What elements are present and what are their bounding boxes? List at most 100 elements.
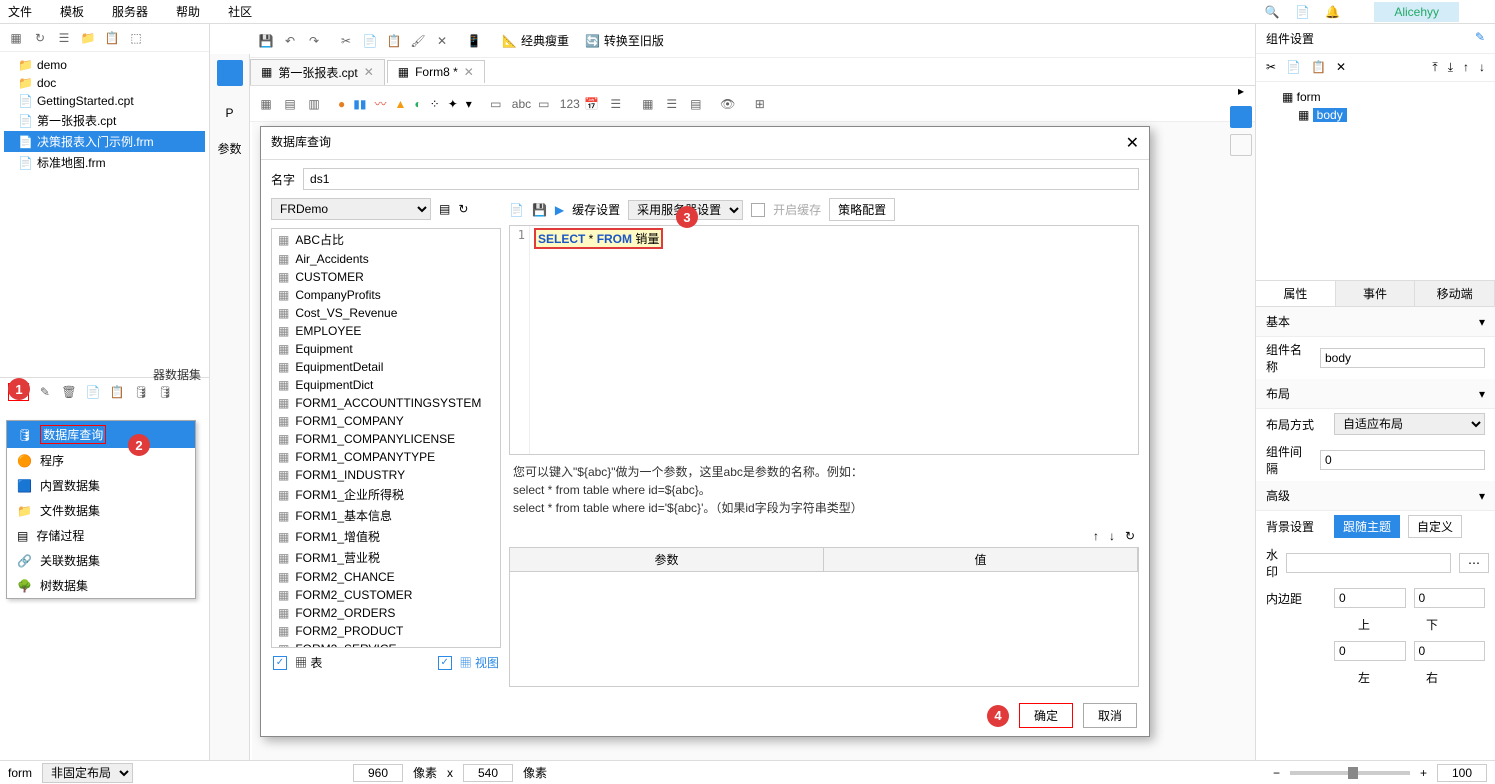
more-chart-icon[interactable]: ▾ — [466, 97, 472, 111]
menu-file[interactable]: 文件 — [8, 3, 32, 20]
ds-menu-item[interactable]: 🛢数据库查询 — [7, 421, 195, 448]
scatter-icon[interactable]: ⁘ — [430, 97, 440, 111]
cancel-button[interactable]: 取消 — [1083, 703, 1137, 728]
db-edit-icon[interactable]: ▤ — [439, 202, 450, 216]
inp-gap[interactable] — [1320, 450, 1485, 470]
rp-up-icon[interactable]: ↑ — [1463, 60, 1469, 75]
area-icon[interactable]: ▲ — [394, 97, 406, 111]
save-button[interactable]: 💾 — [258, 33, 274, 49]
table-item[interactable]: ▦ Cost_VS_Revenue — [272, 304, 500, 322]
ds-menu-item[interactable]: 📁文件数据集 — [7, 498, 195, 523]
zoom-out-icon[interactable]: − — [1273, 766, 1280, 780]
doc-tab[interactable]: ▦第一张报表.cpt✕ — [250, 59, 385, 85]
pad-r[interactable] — [1414, 641, 1486, 661]
brush-icon[interactable]: 🖌 — [410, 33, 426, 49]
tab-close-icon[interactable]: ✕ — [364, 65, 374, 79]
date-icon[interactable]: 📅 — [584, 96, 600, 112]
textbox-icon[interactable]: ▭ — [488, 96, 504, 112]
layout-icon[interactable]: ⊞ — [752, 96, 768, 112]
sql-open-icon[interactable]: 📄 — [509, 203, 524, 217]
tree-item[interactable]: 📄 标准地图.frm — [4, 152, 205, 173]
table-item[interactable]: ▦ FORM1_COMPANYTYPE — [272, 448, 500, 466]
tab-prop[interactable]: 属性 — [1256, 281, 1336, 306]
tree-item[interactable]: 📄 GettingStarted.cpt — [4, 92, 205, 110]
save-icon[interactable]: 📄 — [1295, 5, 1310, 19]
rp-dn-icon[interactable]: ↓ — [1479, 60, 1485, 75]
copy-icon[interactable]: 📋 — [104, 30, 120, 46]
chk-enable-cache[interactable]: ✓ — [751, 203, 765, 217]
inp-name[interactable] — [1320, 348, 1485, 368]
pad-t[interactable] — [1334, 588, 1406, 608]
sql-text[interactable]: SELECT * FROM 销量 — [534, 228, 663, 249]
rp-copy-icon[interactable]: 📄 — [1286, 60, 1301, 75]
table-item[interactable]: ▦ EquipmentDict — [272, 376, 500, 394]
table-item[interactable]: ▦ FORM1_INDUSTRY — [272, 466, 500, 484]
tree-item[interactable]: 📁 demo — [4, 56, 205, 74]
table-item[interactable]: ▦ FORM1_COMPANYLICENSE — [272, 430, 500, 448]
table-item[interactable]: ▦ Air_Accidents — [272, 250, 500, 268]
rg-aux-icon[interactable] — [1230, 134, 1252, 156]
table-item[interactable]: ▦ FORM2_CUSTOMER — [272, 586, 500, 604]
table-item[interactable]: ▦ EMPLOYEE — [272, 322, 500, 340]
gauge-icon[interactable]: ◐ — [414, 97, 421, 111]
name-input[interactable] — [303, 168, 1139, 190]
grid2-icon[interactable]: ▥ — [306, 96, 322, 112]
classic-button[interactable]: 📐经典瘦重 — [498, 30, 573, 51]
table-item[interactable]: ▦ FORM1_ACCOUNTTINGSYSTEM — [272, 394, 500, 412]
paste-icon[interactable]: 📋 — [386, 33, 402, 49]
list-icon[interactable]: ☰ — [664, 96, 680, 112]
rp-del-icon[interactable]: ✕ — [1336, 60, 1346, 75]
table-item[interactable]: ▦ FORM1_增值税 — [272, 526, 500, 547]
rg-component-icon[interactable] — [1230, 106, 1252, 128]
server-ds-icon[interactable]: 🛢 — [157, 384, 173, 400]
ds-menu-item[interactable]: 🟠程序 — [7, 448, 195, 473]
rp-paste-icon[interactable]: 📋 — [1311, 60, 1326, 75]
table-item[interactable]: ▦ Equipment — [272, 340, 500, 358]
paste-ds-icon[interactable]: 📋 — [109, 384, 125, 400]
view-icon[interactable]: ☰ — [56, 30, 72, 46]
status-h[interactable] — [463, 764, 513, 782]
sql-editor[interactable]: 1 SELECT * FROM 销量 — [509, 225, 1139, 455]
table-item[interactable]: ▦ FORM1_COMPANY — [272, 412, 500, 430]
rp-cut-icon[interactable]: ✂ — [1266, 60, 1276, 75]
ds-menu-item[interactable]: 🔗关联数据集 — [7, 548, 195, 573]
db-refresh-icon[interactable]: ↻ — [458, 202, 468, 216]
preview-icon[interactable]: 📱 — [466, 33, 482, 49]
inp-wm[interactable] — [1286, 553, 1451, 573]
tree-item[interactable]: 📄 第一张报表.cpt — [4, 110, 205, 131]
wm-more[interactable]: ⋯ — [1459, 553, 1489, 573]
table-item[interactable]: ▦ ABC占比 — [272, 229, 500, 250]
pie-icon[interactable]: ● — [338, 97, 345, 111]
convert-button[interactable]: 🔄转换至旧版 — [581, 30, 668, 51]
line-icon[interactable]: 〰 — [374, 95, 386, 112]
tree-body[interactable]: ▦ body — [1266, 106, 1485, 124]
redo-icon[interactable]: ↷ — [306, 33, 322, 49]
copy-ds-icon[interactable]: 📄 — [85, 384, 101, 400]
table-item[interactable]: ▦ CUSTOMER — [272, 268, 500, 286]
bg-follow[interactable]: 跟随主题 — [1334, 515, 1400, 538]
panel-icon[interactable]: ▤ — [688, 96, 704, 112]
menu-community[interactable]: 社区 — [228, 3, 252, 20]
cont-icon[interactable]: ▦ — [640, 96, 656, 112]
table-item[interactable]: ▦ FORM1_基本信息 — [272, 505, 500, 526]
pad-b[interactable] — [1414, 588, 1486, 608]
bar-icon[interactable]: ▮▮ — [353, 97, 366, 111]
menu-help[interactable]: 帮助 — [176, 3, 200, 20]
undo-icon[interactable]: ↶ — [282, 33, 298, 49]
locate-icon[interactable]: ⬚ — [128, 30, 144, 46]
eye-icon[interactable]: 👁 — [720, 96, 736, 112]
tree-item[interactable]: 📄 决策报表入门示例.frm — [4, 131, 205, 152]
cut-icon[interactable]: ✂ — [338, 33, 354, 49]
table-item[interactable]: ▦ FORM2_SERVICE — [272, 640, 500, 648]
sec-layout[interactable]: 布局▾ — [1256, 379, 1495, 409]
copy2-icon[interactable]: 📄 — [362, 33, 378, 49]
table-item[interactable]: ▦ FORM2_ORDERS — [272, 604, 500, 622]
rp-edit-icon[interactable]: ✎ — [1475, 30, 1485, 47]
table-item[interactable]: ▦ FORM2_PRODUCT — [272, 622, 500, 640]
btn-icon[interactable]: ▭ — [536, 96, 552, 112]
status-w[interactable] — [353, 764, 403, 782]
ds-menu-item[interactable]: ▤存储过程 — [7, 523, 195, 548]
sql-preview-icon[interactable]: ▶ — [555, 203, 564, 217]
chk-view[interactable]: ✓ — [438, 656, 452, 670]
table-item[interactable]: ▦ FORM1_企业所得税 — [272, 484, 500, 505]
